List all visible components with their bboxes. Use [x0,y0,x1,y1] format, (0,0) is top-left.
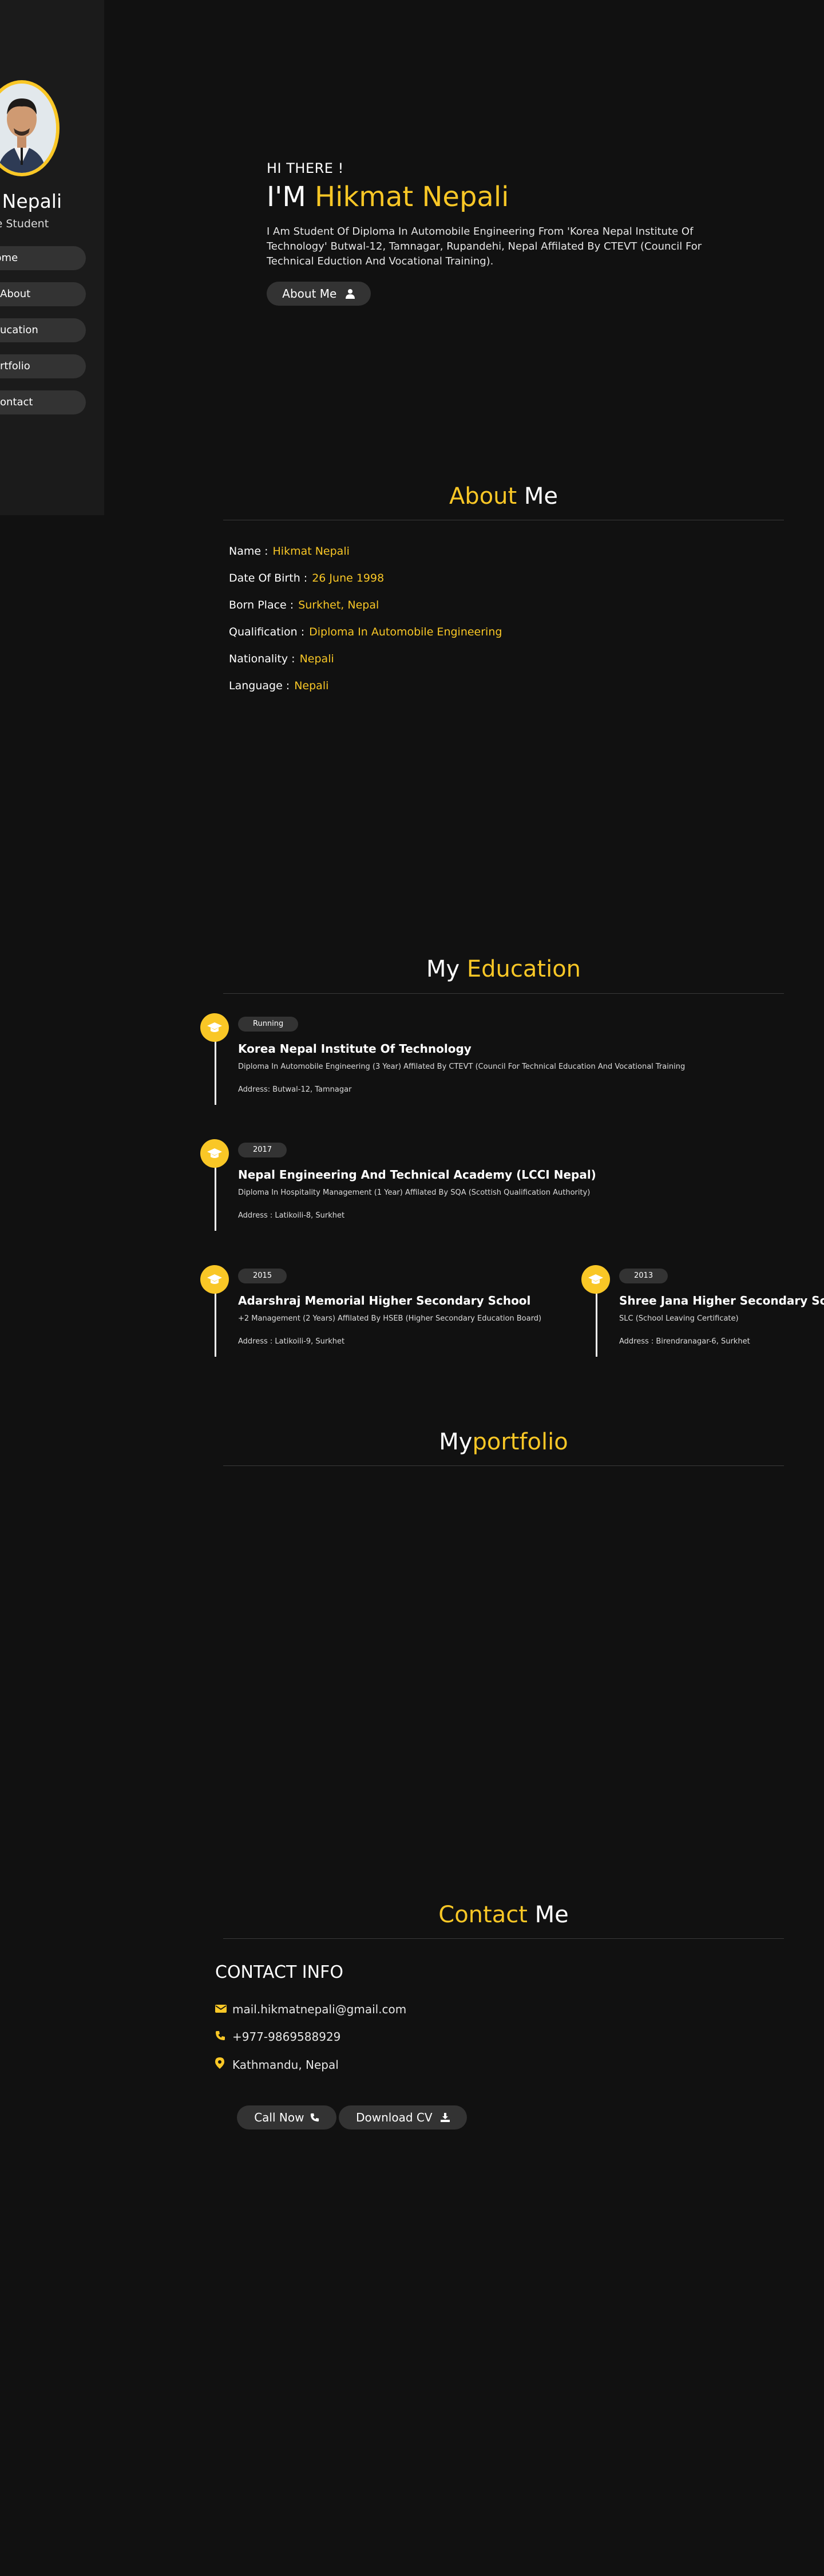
contact-title-highlight: Contact [438,1902,528,1928]
graduation-cap-icon [200,1013,229,1042]
timeline-badge: 2015 [238,1269,287,1283]
about-value: Nepali [294,679,329,692]
contact-title-rest: Me [534,1902,569,1928]
download-cv-button-label: Download CV [356,2111,433,2124]
avatar [0,80,60,176]
contact-divider [223,1938,784,1939]
call-now-button-label: Call Now [254,2111,304,2124]
about-label: Date Of Birth : [229,572,308,584]
timeline-line [215,1036,216,1105]
hero-im-prefix: I'M [267,181,306,213]
contact-title: Contact Me [223,1902,784,1928]
about-label: Name : [229,545,268,558]
envelope-icon [215,2002,227,2016]
education-title: My Education [223,956,784,982]
sidebar-role: bile Student [0,218,49,230]
portfolio-title-highlight: portfolio [472,1429,568,1455]
hero-heading: I'M Hikmat Nepali [267,181,509,213]
nav-contact-button[interactable]: ontact [0,390,86,414]
timeline-line [215,1162,216,1231]
phone-icon [310,2113,319,2122]
hero-greeting: HI THERE ! [267,160,344,176]
about-row-language: Language : Nepali [229,679,328,692]
call-now-button[interactable]: Call Now [237,2105,336,2129]
about-row-qualification: Qualification : Diploma In Automobile Eng… [229,626,502,638]
avatar-photo [0,84,56,173]
about-row-dob: Date Of Birth : 26 June 1998 [229,572,384,584]
about-title-rest: Me [524,483,558,509]
about-me-button[interactable]: About Me [267,282,371,306]
contact-email-row: mail.hikmatnepali@gmail.com [215,2002,406,2016]
about-label: Qualification : [229,626,305,638]
timeline-details: SLC (School Leaving Certificate) [619,1314,739,1323]
timeline-item: 2013 Shree Jana Higher Secondary School … [581,1265,824,1362]
timeline-badge: Running [238,1017,299,1032]
about-value: Hikmat Nepali [272,545,350,558]
timeline-institution: Nepal Engineering And Technical Academy … [238,1168,596,1182]
about-title: About Me [223,483,784,509]
timeline-line [215,1288,216,1357]
about-value: Diploma In Automobile Engineering [309,626,502,638]
nav-portfolio-button[interactable]: rtfolio [0,354,86,378]
hero-name: Hikmat Nepali [315,181,509,213]
about-row-name: Name : Hikmat Nepali [229,545,350,558]
about-me-button-label: About Me [282,287,337,301]
timeline-address: Address : Birendranagar-6, Surkhet [619,1337,750,1346]
graduation-cap-icon [200,1139,229,1168]
contact-phone-row: +977-9869588929 [215,2030,340,2044]
timeline-institution: Adarshraj Memorial Higher Secondary Scho… [238,1294,531,1307]
timeline-institution: Korea Nepal Institute Of Technology [238,1042,472,1056]
contact-phone[interactable]: +977-9869588929 [232,2030,340,2044]
about-label: Nationality : [229,653,295,665]
sidebar: at Nepali bile Student Home About ucatio… [0,0,104,515]
timeline-item: 2015 Adarshraj Memorial Higher Secondary… [200,1265,578,1362]
graduation-cap-icon [581,1265,610,1294]
timeline-details: Diploma In Automobile Engineering (3 Yea… [238,1062,686,1071]
about-row-born-place: Born Place : Surkhet, Nepal [229,599,379,611]
contact-email[interactable]: mail.hikmatnepali@gmail.com [232,2002,406,2016]
timeline-address: Address : Latikoili-9, Surkhet [238,1337,345,1346]
timeline-item: Running Korea Nepal Institute Of Technol… [200,1013,807,1111]
contact-location: Kathmandu, Nepal [232,2058,339,2072]
user-icon [345,289,355,299]
nav-home-button[interactable]: Home [0,246,86,270]
map-marker-icon [215,2057,227,2072]
portfolio-title-rest: My [439,1429,473,1455]
phone-icon [215,2030,227,2044]
download-cv-button[interactable]: Download CV [339,2105,467,2129]
sidebar-name: at Nepali [0,190,62,212]
timeline-line [596,1288,597,1357]
timeline-address: Address: Butwal-12, Tamnagar [238,1085,352,1094]
timeline-item: 2017 Nepal Engineering And Technical Aca… [200,1139,807,1236]
contact-info-title: CONTACT INFO [215,1962,343,1982]
timeline-institution: Shree Jana Higher Secondary School [619,1294,824,1307]
portfolio-title: Myportfolio [223,1429,784,1455]
timeline-details: Diploma In Hospitality Management (1 Yea… [238,1188,591,1197]
about-value: 26 June 1998 [312,572,385,584]
hero-description: I Am Student Of Diploma In Automobile En… [267,226,702,267]
download-icon [440,2113,450,2122]
graduation-cap-icon [200,1265,229,1294]
education-title-rest: My [426,956,460,982]
timeline-details: +2 Management (2 Years) Affilated By HSE… [238,1314,542,1323]
about-label: Born Place : [229,599,294,611]
timeline-badge: 2017 [238,1143,287,1157]
about-value: Surkhet, Nepal [298,599,379,611]
about-row-nationality: Nationality : Nepali [229,653,334,665]
nav-education-button[interactable]: ucation [0,318,86,342]
education-title-highlight: Education [466,956,581,982]
about-title-highlight: About [449,483,517,509]
education-divider [223,993,784,994]
about-label: Language : [229,679,290,692]
about-value: Nepali [299,653,334,665]
contact-location-row: Kathmandu, Nepal [215,2057,339,2072]
portfolio-divider [223,1465,784,1466]
timeline-address: Address : Latikoili-8, Surkhet [238,1211,345,1220]
nav-about-button[interactable]: About [0,282,86,306]
timeline-badge: 2013 [619,1269,668,1283]
